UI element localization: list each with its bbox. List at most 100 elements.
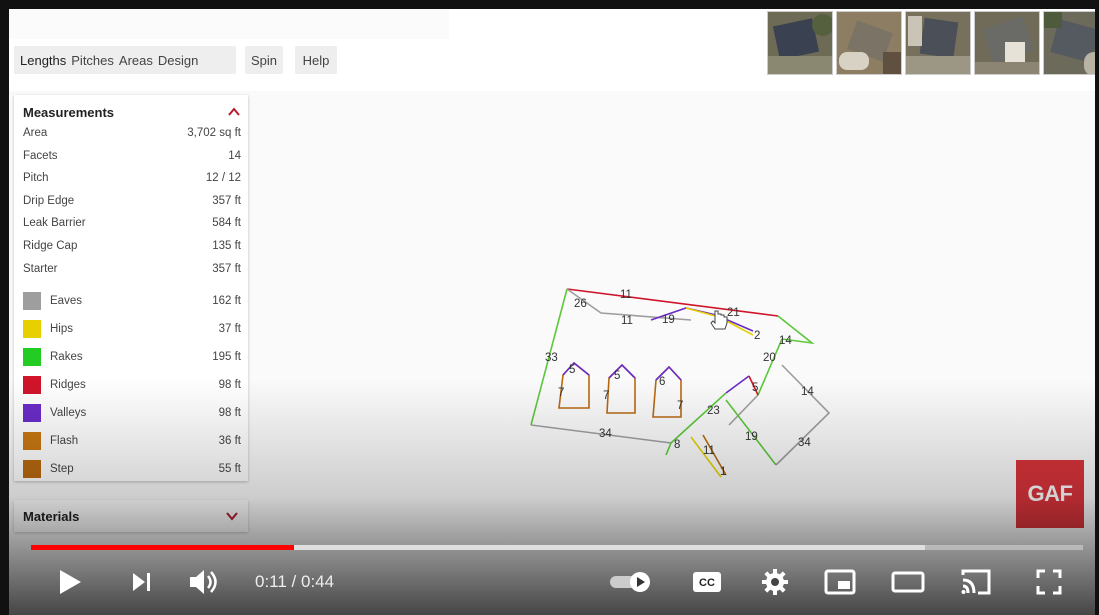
roof-label: 11 bbox=[703, 445, 715, 457]
captions-button[interactable]: CC bbox=[689, 567, 725, 597]
measurements-title: Measurements bbox=[23, 104, 115, 120]
legend-row-hips[interactable]: Hips 37 ft bbox=[23, 317, 241, 341]
gaf-logo: GAF bbox=[1016, 460, 1084, 528]
roof-label: 7 bbox=[677, 400, 683, 412]
legend-row-ridges[interactable]: Ridges 98 ft bbox=[23, 373, 241, 397]
roof-label: 5 bbox=[569, 364, 575, 376]
aerial-thumbnail[interactable] bbox=[836, 11, 902, 75]
legend-row-rakes[interactable]: Rakes 195 ft bbox=[23, 345, 241, 369]
color-swatch bbox=[23, 376, 41, 394]
aerial-thumbnail[interactable] bbox=[905, 11, 971, 75]
measurement-row: Facets 14 bbox=[23, 150, 241, 162]
roof-measurement-app: Lengths Pitches Areas Design Spin Help M… bbox=[9, 9, 1095, 615]
roof-diagram-canvas[interactable]: 11 26 11 19 21 2 14 33 20 5 5 6 7 7 7 5 … bbox=[271, 95, 1095, 545]
theater-mode-button[interactable] bbox=[889, 567, 927, 597]
legend-row-step[interactable]: Step 55 ft bbox=[23, 457, 241, 481]
dormer-valley bbox=[562, 361, 590, 376]
autoplay-toggle[interactable] bbox=[607, 567, 655, 597]
legend-row-flash[interactable]: Flash 36 ft bbox=[23, 429, 241, 453]
miniplayer-button[interactable] bbox=[821, 567, 859, 597]
roof-label: 34 bbox=[599, 428, 612, 440]
roof-label: 11 bbox=[621, 315, 633, 327]
measurement-row: Pitch 12 / 12 bbox=[23, 172, 241, 184]
color-swatch bbox=[23, 460, 41, 478]
roof-label: 7 bbox=[558, 387, 564, 399]
roof-label: 19 bbox=[745, 431, 758, 443]
materials-title: Materials bbox=[23, 508, 80, 524]
roof-label: 2 bbox=[754, 330, 760, 342]
measurement-row: Area 3,702 sq ft bbox=[23, 127, 241, 139]
spin-label: Spin bbox=[250, 52, 278, 68]
measurement-row: Ridge Cap 135 ft bbox=[23, 240, 241, 252]
autoplay-icon bbox=[610, 572, 650, 592]
tab-design[interactable]: Design bbox=[158, 53, 198, 68]
roof-label: 14 bbox=[779, 335, 792, 347]
help-label: Help bbox=[302, 52, 330, 68]
roof-label: 23 bbox=[707, 405, 720, 417]
roof-label: 11 bbox=[620, 289, 632, 301]
eave-line bbox=[775, 364, 831, 466]
letterbox-left bbox=[0, 0, 9, 615]
roof-label: 8 bbox=[674, 439, 680, 451]
roof-label: 7 bbox=[603, 390, 609, 402]
legend-row-eaves[interactable]: Eaves 162 ft bbox=[23, 289, 241, 313]
settings-button[interactable] bbox=[757, 567, 793, 597]
theater-mode-icon bbox=[891, 571, 925, 593]
measurements-header[interactable]: Measurements bbox=[23, 103, 241, 121]
letterbox-top bbox=[0, 0, 1099, 9]
measurement-row: Starter 357 ft bbox=[23, 263, 241, 275]
fullscreen-button[interactable] bbox=[1031, 567, 1067, 597]
measurement-row: Drip Edge 357 ft bbox=[23, 195, 241, 207]
color-swatch bbox=[23, 292, 41, 310]
dormer-valley bbox=[608, 363, 636, 379]
closed-captions-icon: CC bbox=[693, 572, 721, 592]
color-swatch bbox=[23, 432, 41, 450]
cast-icon bbox=[961, 569, 991, 595]
valley-line bbox=[725, 375, 750, 394]
play-icon bbox=[60, 570, 81, 594]
dormer-outline bbox=[606, 363, 636, 414]
legend-row-valleys[interactable]: Valleys 98 ft bbox=[23, 401, 241, 425]
materials-panel-header[interactable]: Materials bbox=[14, 500, 248, 532]
tab-lengths[interactable]: Lengths bbox=[20, 53, 66, 68]
color-swatch bbox=[23, 404, 41, 422]
roof-label: 5 bbox=[614, 370, 620, 382]
aerial-thumbnail[interactable] bbox=[974, 11, 1040, 75]
tab-pitches[interactable]: Pitches bbox=[71, 53, 114, 68]
progress-bar[interactable] bbox=[31, 545, 1083, 550]
gear-icon bbox=[762, 569, 788, 595]
rake-line bbox=[665, 442, 672, 456]
aerial-thumbnail[interactable] bbox=[1043, 11, 1095, 75]
help-button[interactable]: Help bbox=[295, 46, 337, 74]
chevron-up-icon[interactable] bbox=[227, 105, 241, 119]
roof-label: 26 bbox=[574, 298, 587, 310]
fullscreen-icon bbox=[1036, 569, 1062, 595]
roof-label: 20 bbox=[763, 352, 776, 364]
svg-text:CC: CC bbox=[699, 577, 715, 589]
tab-areas[interactable]: Areas bbox=[119, 53, 153, 68]
volume-button[interactable] bbox=[185, 567, 225, 597]
cast-button[interactable] bbox=[957, 567, 995, 597]
roof-label: 14 bbox=[801, 386, 814, 398]
roof-label: 34 bbox=[798, 437, 811, 449]
skip-next-icon bbox=[133, 573, 150, 591]
roof-label: 1 bbox=[720, 466, 726, 478]
time-display: 0:11 / 0:44 bbox=[255, 572, 335, 591]
aerial-thumbnails bbox=[767, 11, 1095, 75]
view-tabs: Lengths Pitches Areas Design bbox=[14, 46, 236, 74]
video-player: Lengths Pitches Areas Design Spin Help M… bbox=[0, 0, 1099, 615]
aerial-thumbnail[interactable] bbox=[767, 11, 833, 75]
roof-label: 21 bbox=[727, 307, 740, 319]
roof-label: 33 bbox=[545, 352, 558, 364]
miniplayer-icon bbox=[824, 569, 856, 595]
letterbox-right bbox=[1095, 0, 1099, 615]
next-button[interactable] bbox=[127, 567, 157, 597]
measurement-row: Leak Barrier 584 ft bbox=[23, 217, 241, 229]
color-swatch bbox=[23, 348, 41, 366]
roof-label: 19 bbox=[662, 314, 675, 326]
spin-button[interactable]: Spin bbox=[245, 46, 283, 74]
measurements-panel: Measurements Area 3,702 sq ft Facets 14 … bbox=[14, 95, 248, 481]
chevron-down-icon[interactable] bbox=[225, 509, 239, 523]
top-toolbar: Lengths Pitches Areas Design Spin Help bbox=[9, 9, 1095, 91]
play-button[interactable] bbox=[53, 567, 87, 597]
